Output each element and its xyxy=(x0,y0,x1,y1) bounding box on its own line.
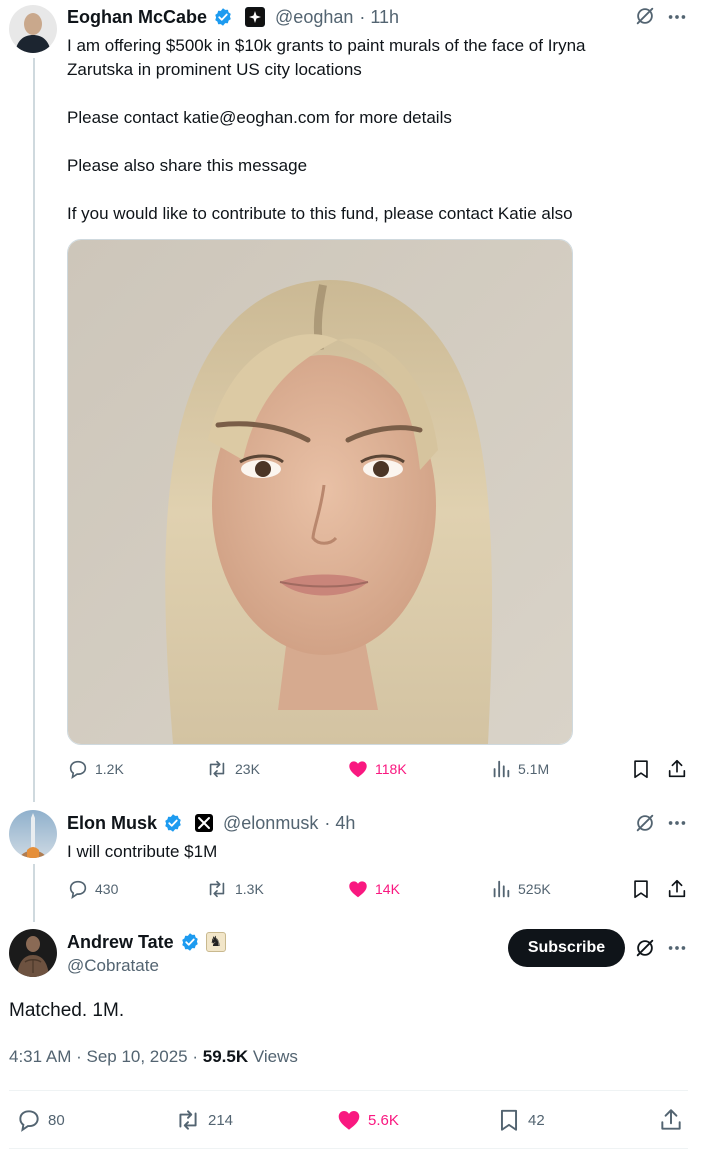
views-button[interactable]: 525K xyxy=(490,878,551,900)
views-icon xyxy=(493,880,510,898)
views-button[interactable]: 5.1M xyxy=(490,758,549,780)
reply-button[interactable]: 1.2K xyxy=(67,758,124,780)
grok-icon[interactable] xyxy=(634,937,656,964)
reply-icon xyxy=(19,1110,39,1132)
more-icon[interactable] xyxy=(666,937,688,964)
share-icon xyxy=(661,1109,681,1130)
repost-button[interactable]: 1.3K xyxy=(205,878,264,900)
bookmark-icon xyxy=(634,880,648,899)
reply-count: 80 xyxy=(48,1111,65,1129)
bookmark-button[interactable]: 42 xyxy=(496,1107,545,1133)
chess-knight-badge-icon: ♞ xyxy=(205,932,226,952)
like-count: 118K xyxy=(375,761,407,777)
heart-icon xyxy=(349,881,367,898)
share-button[interactable] xyxy=(666,758,688,785)
divider xyxy=(9,1090,688,1091)
heart-icon xyxy=(349,761,367,778)
tweet-timestamp[interactable]: 4:31 AM · Sep 10, 2025 · xyxy=(9,1047,198,1066)
views-count: 5.1M xyxy=(518,761,550,777)
thread-line xyxy=(33,58,35,802)
repost-icon xyxy=(179,1110,197,1130)
avatar-eoghan[interactable] xyxy=(9,5,57,53)
like-button[interactable]: 5.6K xyxy=(336,1107,399,1133)
tweet-text-line: If you would like to contribute to this … xyxy=(67,204,573,223)
tweet-text-line: I am offering $500k in $10k grants to pa… xyxy=(67,36,586,55)
thread-line xyxy=(33,864,35,922)
more-icon[interactable] xyxy=(666,6,688,33)
tweet-time[interactable]: · 4h xyxy=(324,813,355,834)
like-count: 14K xyxy=(375,881,400,897)
affiliate-badge-icon xyxy=(245,7,266,27)
share-button[interactable] xyxy=(658,1107,684,1138)
repost-count: 214 xyxy=(208,1111,234,1129)
views-count: 525K xyxy=(518,881,551,897)
tweet-time[interactable]: · 11h xyxy=(359,7,399,28)
tweet3-header: Andrew Tate ♞ xyxy=(67,930,226,954)
tweet-photo[interactable] xyxy=(67,239,573,745)
grok-icon[interactable] xyxy=(634,5,656,32)
more-icon[interactable] xyxy=(666,812,688,839)
subscribe-button[interactable]: Subscribe xyxy=(508,929,625,967)
views-label: Views xyxy=(252,1047,298,1066)
author-handle[interactable]: @elonmusk xyxy=(223,813,318,834)
heart-icon xyxy=(338,1111,360,1130)
repost-button[interactable]: 23K xyxy=(205,758,260,780)
tweet-meta: 4:31 AM · Sep 10, 2025 · 59.5K Views xyxy=(9,1047,298,1067)
reply-button[interactable]: 80 xyxy=(16,1107,65,1133)
repost-count: 1.3K xyxy=(235,881,264,897)
reply-count: 430 xyxy=(95,881,119,897)
avatar-elon[interactable] xyxy=(9,810,57,858)
verified-badge-icon xyxy=(181,933,198,951)
tweet3-body: Matched. 1M. xyxy=(9,1000,125,1021)
like-button[interactable]: 118K xyxy=(347,758,407,780)
like-button[interactable]: 14K xyxy=(347,878,400,900)
reply-button[interactable]: 430 xyxy=(67,878,118,900)
like-count: 5.6K xyxy=(368,1111,399,1129)
repost-icon xyxy=(209,880,225,898)
tweet-text-line: Zarutska in prominent US city locations xyxy=(67,60,362,79)
divider xyxy=(9,1148,688,1149)
avatar-tate[interactable] xyxy=(9,929,57,977)
bookmark-button[interactable] xyxy=(630,878,652,905)
bookmark-button[interactable] xyxy=(630,758,652,785)
bookmark-icon xyxy=(500,1109,518,1131)
reply-icon xyxy=(69,880,87,900)
author-name[interactable]: Andrew Tate xyxy=(67,932,174,953)
tweet2-header: Elon Musk @elonmusk · 4h xyxy=(67,811,355,835)
verified-badge-icon xyxy=(215,8,231,26)
author-handle[interactable]: @Cobratate xyxy=(67,956,159,976)
bookmark-icon xyxy=(634,760,648,779)
repost-icon xyxy=(209,760,225,778)
tweet-text-line: Please contact katie@eoghan.com for more… xyxy=(67,108,452,127)
share-button[interactable] xyxy=(666,878,688,905)
reply-count: 1.2K xyxy=(95,761,124,777)
author-handle[interactable]: @eoghan xyxy=(275,7,353,28)
share-icon xyxy=(668,879,686,898)
tweet-text-line: Please also share this message xyxy=(67,156,308,175)
reply-icon xyxy=(69,760,87,780)
tweet2-body: I will contribute $1M xyxy=(67,842,218,861)
repost-button[interactable]: 214 xyxy=(174,1107,233,1133)
share-icon xyxy=(668,759,686,778)
x-affiliate-badge-icon xyxy=(195,814,214,832)
author-name[interactable]: Elon Musk xyxy=(67,813,157,834)
grok-icon[interactable] xyxy=(634,812,656,839)
author-name[interactable]: Eoghan McCabe xyxy=(67,7,207,28)
bookmark-count: 42 xyxy=(528,1111,545,1129)
views-count: 59.5K xyxy=(202,1047,249,1066)
tweet1-body: I am offering $500k in $10k grants to pa… xyxy=(67,34,667,226)
repost-count: 23K xyxy=(235,761,260,777)
tweet1-header: Eoghan McCabe @eoghan · 11h xyxy=(67,5,399,29)
views-icon xyxy=(493,760,510,778)
verified-badge-icon xyxy=(165,814,181,832)
